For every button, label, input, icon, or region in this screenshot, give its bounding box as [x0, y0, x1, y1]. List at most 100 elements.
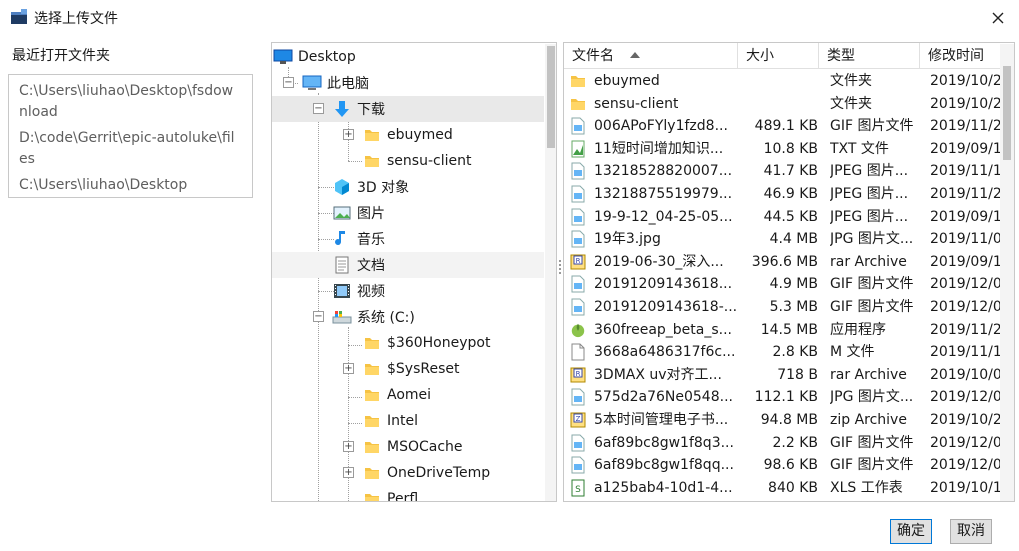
file-name-cell: 360freeap_beta_s...: [570, 319, 740, 341]
close-button[interactable]: [984, 4, 1012, 32]
tree-item-drive-c[interactable]: − 系统 (C:): [272, 304, 544, 330]
table-row[interactable]: 13218875519979... 46.9 KB JPEG 图片... 2019/1…: [564, 183, 1002, 206]
column-header-label: 修改时间: [928, 48, 984, 64]
download-icon: [332, 100, 352, 118]
file-name: 360freeap_beta_s...: [594, 321, 733, 338]
column-header-type[interactable]: 类型: [819, 43, 920, 69]
file-type: 文件夹: [830, 73, 872, 89]
tree-item-this-pc[interactable]: − 此电脑: [272, 70, 544, 96]
tree-item-desktop[interactable]: Desktop: [272, 44, 544, 70]
table-row[interactable]: 19-9-12_04-25-05... 44.5 KB JPEG 图片... 2019…: [564, 206, 1002, 229]
file-size: 94.8 MB: [760, 412, 818, 428]
column-header-size[interactable]: 大小: [738, 43, 819, 69]
cancel-button[interactable]: 取消: [950, 519, 992, 544]
collapse-toggle[interactable]: −: [313, 311, 324, 322]
blank-file-icon: [570, 343, 586, 361]
tree-item-label: 3D 对象: [357, 180, 410, 196]
tree-item-sensu-client[interactable]: sensu-client: [272, 148, 544, 174]
tree-item-aomei[interactable]: Aomei: [272, 382, 544, 408]
expand-toggle[interactable]: +: [343, 129, 354, 140]
file-date: 2019/11/1: [930, 163, 1002, 180]
pane-splitter[interactable]: [558, 258, 562, 280]
tree-scrollbar-thumb[interactable]: [547, 46, 555, 148]
file-list-scrollbar[interactable]: [1000, 44, 1014, 501]
tree-item-360honeypot[interactable]: $360Honeypot: [272, 330, 544, 356]
expand-toggle[interactable]: +: [343, 363, 354, 374]
table-row[interactable]: 006APoFYly1fzd8... 489.1 KB GIF 图片文件 2019/1…: [564, 115, 1002, 138]
table-row[interactable]: Sa125bab4-10d1-4... 840 KB XLS 工作表 2019/10/…: [564, 477, 1002, 500]
tree-item-ebuymed[interactable]: + ebuymed: [272, 122, 544, 148]
file-name-cell: 13218875519979...: [570, 183, 740, 205]
tree-item-downloads[interactable]: − 下载: [272, 96, 544, 122]
title-bar: 选择上传文件: [0, 0, 1019, 36]
column-header-date[interactable]: 修改时间: [920, 43, 1002, 69]
expand-toggle[interactable]: +: [343, 467, 354, 478]
file-list-scrollbar-thumb[interactable]: [1003, 66, 1011, 160]
table-row[interactable]: 20191209143618... 4.9 MB GIF 图片文件 2019/12/0: [564, 273, 1002, 296]
tree-item-onedrivetemp[interactable]: + OneDriveTemp: [272, 460, 544, 486]
spreadsheet-icon: S: [570, 479, 586, 497]
table-row[interactable]: 360freeap_beta_s... 14.5 MB 应用程序 2019/11/2: [564, 319, 1002, 342]
app-window-icon: [10, 9, 28, 25]
tree-item-label: 下载: [357, 102, 385, 118]
tree-item-label: MSOCache: [387, 439, 463, 455]
file-size: 14.5 MB: [760, 321, 818, 338]
image-file-icon: [570, 388, 586, 406]
table-row[interactable]: sensu-client 文件夹 2019/10/2: [564, 93, 1002, 116]
file-name: sensu-client: [594, 95, 679, 112]
file-type: 应用程序: [830, 321, 886, 338]
image-file-icon: [570, 162, 586, 180]
table-row[interactable]: 6af89bc8gw1f8qq... 98.6 KB GIF 图片文件 2019/12…: [564, 454, 1002, 477]
folder-icon: [362, 126, 382, 144]
file-name: 19-9-12_04-25-05...: [594, 208, 733, 225]
tree-item-videos[interactable]: 视频: [272, 278, 544, 304]
file-name: 20191209143618-...: [594, 299, 738, 315]
file-name-cell: 575d2a76Ne0548...: [570, 386, 740, 408]
tree-item-pictures[interactable]: 图片: [272, 200, 544, 226]
table-row[interactable]: ebuymed 文件夹 2019/10/2: [564, 70, 1002, 93]
tree-item-music[interactable]: 音乐: [272, 226, 544, 252]
image-file-icon: [570, 434, 586, 452]
tree-item-documents[interactable]: 文档: [272, 252, 544, 278]
expand-toggle[interactable]: +: [343, 441, 354, 452]
table-row[interactable]: 6af89bc8gw1f8q3... 2.2 KB GIF 图片文件 2019/12/…: [564, 432, 1002, 455]
file-date: 2019/12/0: [930, 434, 1002, 451]
close-icon: [992, 12, 1004, 24]
collapse-toggle[interactable]: −: [313, 103, 324, 114]
tree-item-label: OneDriveTemp: [387, 465, 491, 481]
ok-button[interactable]: 确定: [890, 519, 932, 544]
file-size: 718 B: [777, 366, 818, 383]
tree-item-label: 文档: [357, 258, 385, 274]
file-size: 4.9 MB: [769, 276, 818, 293]
svg-text:R: R: [576, 257, 581, 265]
table-row[interactable]: 575d2a76Ne0548... 112.1 KB JPG 图片文... 2019/…: [564, 386, 1002, 409]
recent-folder-item[interactable]: C:\Users\liuhao\Desktop: [19, 175, 241, 196]
collapse-toggle[interactable]: −: [283, 77, 294, 88]
table-row[interactable]: Z 5本时间管理电子书... 94.8 MB zip Archive 2019/10/2: [564, 409, 1002, 432]
tree-item-sysreset[interactable]: + $SysReset: [272, 356, 544, 382]
recent-folders-list: C:\Users\liuhao\Desktop\fsdownload D:\co…: [8, 74, 253, 198]
file-name: 6af89bc8gw1f8q3...: [594, 434, 734, 451]
column-header-name[interactable]: 文件名: [564, 43, 738, 69]
table-row[interactable]: R 2019-06-30_深入... 396.6 MB rar Archive 2019…: [564, 251, 1002, 274]
table-row[interactable]: R 3DMAX uv对齐工... 718 B rar Archive 2019/10/0: [564, 364, 1002, 387]
tree-item-intel[interactable]: Intel: [272, 408, 544, 434]
table-row[interactable]: 13218528820007... 41.7 KB JPEG 图片... 2019/1…: [564, 160, 1002, 183]
table-row[interactable]: 11短时间增加知识... 10.8 KB TXT 文件 2019/09/1: [564, 138, 1002, 161]
file-size: 10.8 KB: [763, 140, 818, 157]
tree-item-perfl[interactable]: Perfl: [272, 486, 544, 501]
file-size: 44.5 KB: [763, 208, 818, 225]
table-row[interactable]: 3668a6486317f6c... 2.8 KB M 文件 2019/11/1: [564, 341, 1002, 364]
file-date: 2019/11/2: [930, 321, 1002, 338]
recent-folder-item[interactable]: C:\Users\liuhao\Desktop\fsdownload: [19, 81, 241, 123]
table-row[interactable]: 19年3.jpg 4.4 MB JPG 图片文... 2019/11/0: [564, 228, 1002, 251]
file-name-cell: R 3DMAX uv对齐工...: [570, 364, 740, 386]
recent-folder-item[interactable]: D:\code\Gerrit\epic-autoluke\files: [19, 128, 241, 170]
file-date: 2019/12/0: [930, 276, 1002, 293]
file-size: [740, 70, 818, 92]
tree-item-3d-objects[interactable]: 3D 对象: [272, 174, 544, 200]
file-name: 13218875519979...: [594, 186, 733, 202]
tree-scrollbar[interactable]: [545, 44, 556, 501]
tree-item-msocache[interactable]: + MSOCache: [272, 434, 544, 460]
table-row[interactable]: 20191209143618-... 5.3 MB GIF 图片文件 2019/12/…: [564, 296, 1002, 319]
